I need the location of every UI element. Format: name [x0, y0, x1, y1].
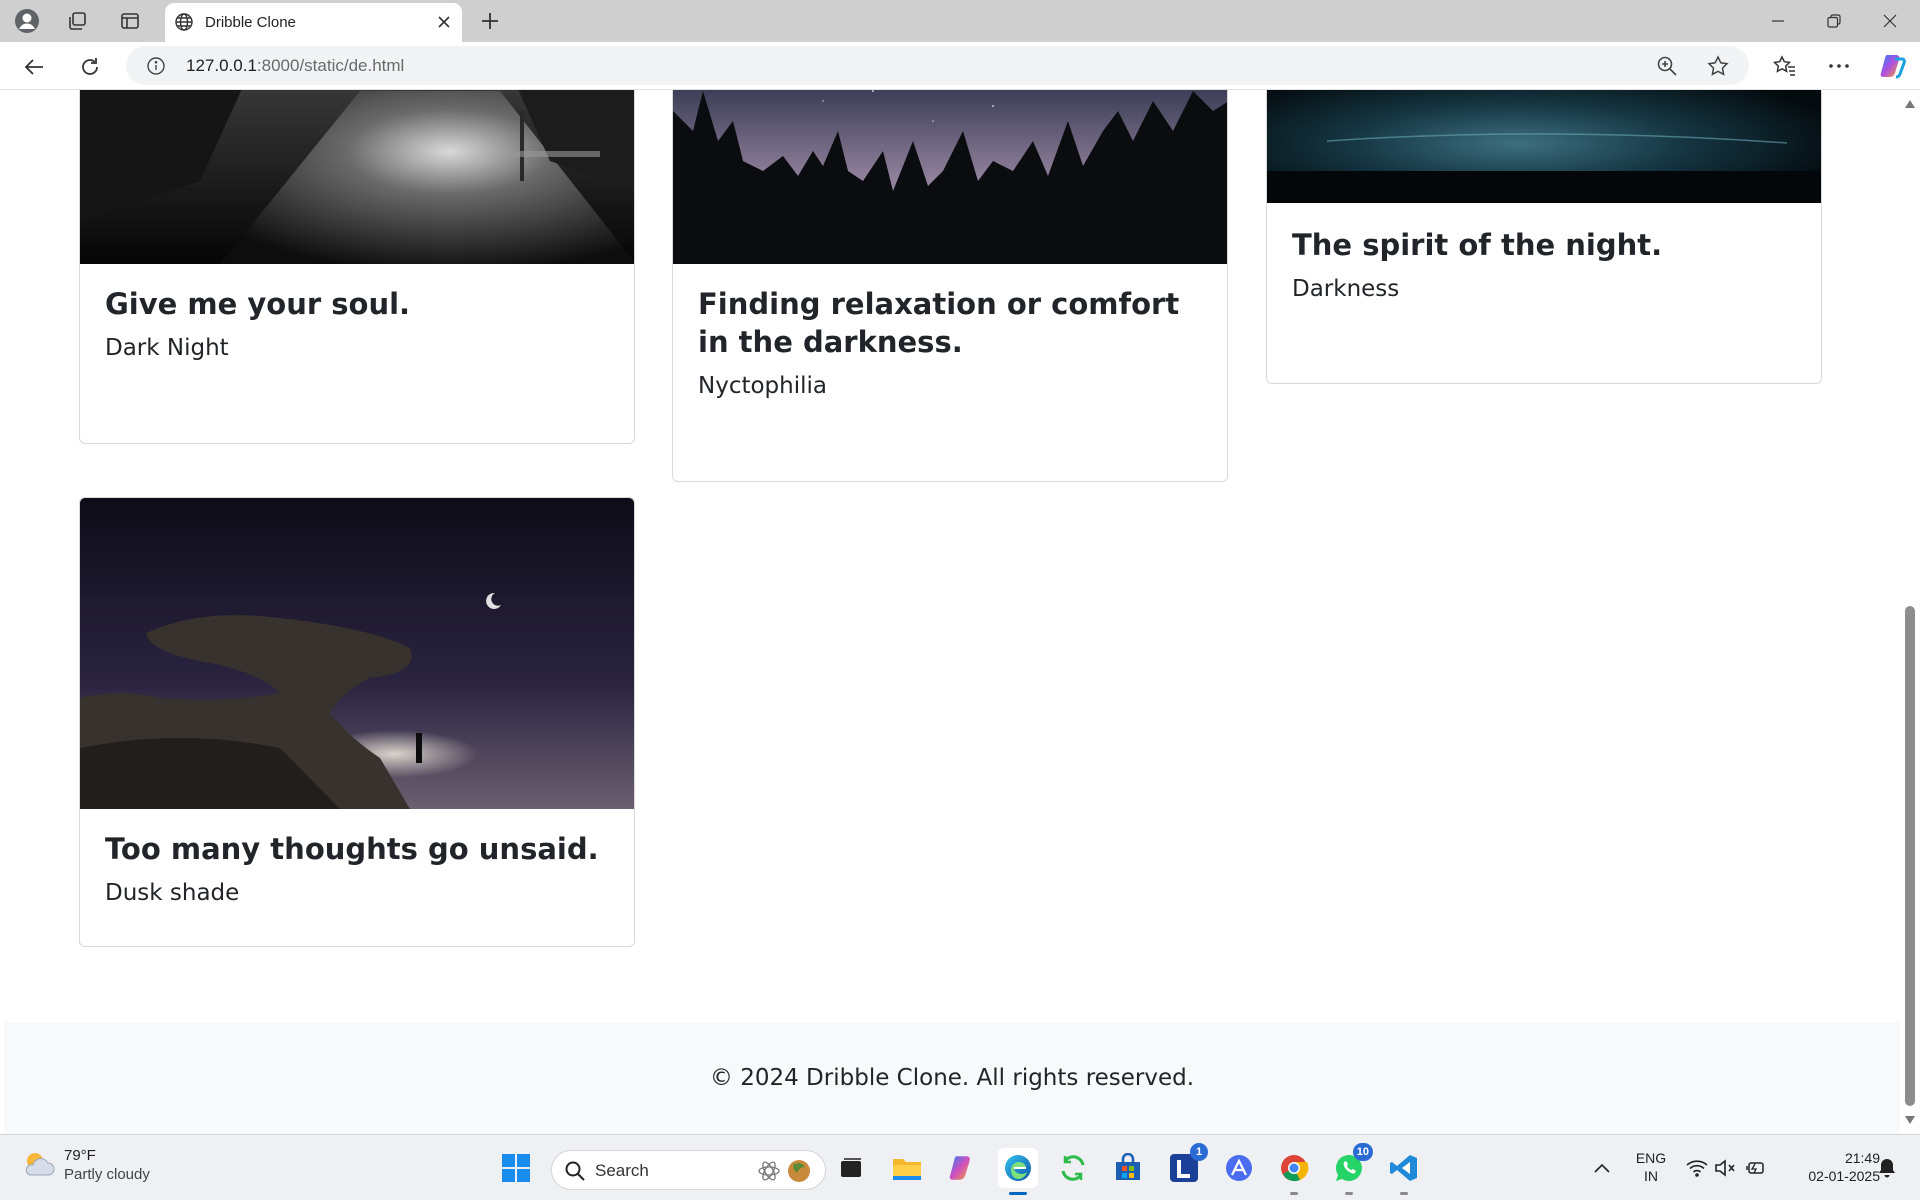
battery-charging-icon[interactable]: [1742, 1155, 1768, 1181]
weather-temperature: 79°F: [64, 1147, 96, 1164]
scrollbar-thumb[interactable]: [1905, 606, 1915, 1106]
edge-browser-icon[interactable]: [998, 1148, 1038, 1195]
back-icon[interactable]: [18, 51, 50, 83]
minimize-icon[interactable]: [1750, 0, 1806, 42]
workspaces-icon[interactable]: [63, 7, 91, 35]
weather-condition: Partly cloudy: [64, 1166, 150, 1183]
card-image-rock-night: [80, 498, 634, 809]
more-options-icon[interactable]: [1823, 50, 1855, 82]
page-footer: © 2024 Dribble Clone. All rights reserve…: [4, 1022, 1900, 1134]
notification-badge: 10: [1352, 1143, 1373, 1161]
card-subtitle: Nyctophilia: [698, 373, 827, 399]
scroll-up-arrow-icon[interactable]: [1900, 96, 1920, 112]
tab-title: Dribble Clone: [205, 14, 296, 31]
search-icon: [564, 1160, 586, 1187]
close-window-icon[interactable]: [1862, 0, 1918, 42]
browser-toolbar: 127.0.0.1:8000/static/de.html: [0, 42, 1920, 90]
favorite-star-icon[interactable]: [1704, 52, 1732, 80]
new-tab-icon[interactable]: [476, 7, 504, 35]
wifi-icon[interactable]: [1684, 1155, 1710, 1181]
notifications-bell-icon[interactable]: [1874, 1155, 1900, 1181]
clock-time: 21:49: [1844, 1150, 1880, 1166]
profile-icon[interactable]: [13, 7, 41, 35]
card-title[interactable]: Finding relaxation or comfort in the dar…: [698, 285, 1202, 361]
card-body: Give me your soul. Dark Night: [105, 285, 609, 363]
page-viewport: Give me your soul. Dark Night Finding re…: [4, 90, 1900, 1134]
card-image-dark-road: [80, 90, 634, 264]
file-explorer-icon[interactable]: [887, 1148, 927, 1188]
sync-app-icon[interactable]: [1053, 1148, 1093, 1188]
region-code: IN: [1644, 1168, 1658, 1184]
copilot-icon[interactable]: [1877, 50, 1909, 82]
address-bar[interactable]: 127.0.0.1:8000/static/de.html: [126, 46, 1749, 85]
card-spirit-of-the-night[interactable]: The spirit of the night. Darkness: [1266, 90, 1822, 384]
card-subtitle: Dusk shade: [105, 880, 240, 906]
task-view-icon[interactable]: [831, 1148, 871, 1188]
input-language[interactable]: ENG IN: [1631, 1149, 1671, 1185]
clock[interactable]: 21:49 02-01-2025: [1780, 1149, 1880, 1185]
notification-badge: 1: [1190, 1143, 1208, 1161]
card-body: Finding relaxation or comfort in the dar…: [698, 285, 1202, 401]
card-title[interactable]: The spirit of the night.: [1292, 226, 1796, 264]
partly-cloudy-icon: [22, 1149, 56, 1188]
card-title[interactable]: Give me your soul.: [105, 285, 609, 323]
card-subtitle: Darkness: [1292, 276, 1400, 302]
show-hidden-icons-chevron-icon[interactable]: [1589, 1155, 1615, 1181]
card-title[interactable]: Too many thoughts go unsaid.: [105, 830, 609, 868]
chrome-browser-icon[interactable]: [1274, 1148, 1314, 1195]
url-host: 127.0.0.1: [186, 56, 257, 75]
url-text[interactable]: 127.0.0.1:8000/static/de.html: [186, 56, 404, 76]
start-button-windows-icon[interactable]: [496, 1148, 536, 1188]
card-body: Too many thoughts go unsaid. Dusk shade: [105, 830, 609, 908]
scroll-down-arrow-icon[interactable]: [1900, 1112, 1920, 1128]
language-code: ENG: [1635, 1150, 1667, 1166]
windows-taskbar: 79°F Partly cloudy Search 1 10 ENG IN 21…: [0, 1134, 1920, 1200]
microsoft-store-icon[interactable]: [1108, 1148, 1148, 1188]
search-highlight-icon: [755, 1157, 813, 1190]
taskbar-search[interactable]: Search: [551, 1150, 826, 1190]
running-app-indicator: [1345, 1192, 1353, 1195]
copilot-app-icon[interactable]: [943, 1148, 983, 1188]
card-body: The spirit of the night. Darkness: [1292, 226, 1796, 304]
zoom-icon[interactable]: [1653, 52, 1681, 80]
l-app-icon[interactable]: 1: [1164, 1143, 1208, 1188]
vscode-icon[interactable]: [1384, 1148, 1424, 1195]
whatsapp-icon[interactable]: 10: [1329, 1143, 1373, 1195]
tab-actions-icon[interactable]: [116, 7, 144, 35]
clock-date: 02-01-2025: [1808, 1168, 1880, 1184]
favorites-icon[interactable]: [1769, 50, 1801, 82]
running-app-indicator: [1400, 1192, 1408, 1195]
url-path: :8000/static/de.html: [256, 56, 405, 75]
footer-copyright: © 2024 Dribble Clone. All rights reserve…: [709, 1065, 1195, 1091]
ai-app-icon[interactable]: [1219, 1148, 1259, 1188]
close-tab-icon[interactable]: [432, 10, 456, 34]
refresh-icon[interactable]: [74, 51, 106, 83]
search-label: Search: [595, 1161, 649, 1180]
globe-icon: [174, 12, 194, 37]
active-app-indicator: [1009, 1192, 1027, 1195]
card-give-me-your-soul[interactable]: Give me your soul. Dark Night: [79, 90, 635, 444]
restore-icon[interactable]: [1806, 0, 1862, 42]
card-finding-relaxation[interactable]: Finding relaxation or comfort in the dar…: [672, 90, 1228, 482]
tab-active[interactable]: Dribble Clone: [165, 3, 462, 42]
card-image-forest-sky: [673, 90, 1227, 264]
card-subtitle: Dark Night: [105, 335, 229, 361]
running-app-indicator: [1290, 1192, 1298, 1195]
card-too-many-thoughts[interactable]: Too many thoughts go unsaid. Dusk shade: [79, 497, 635, 947]
browser-tab-bar: Dribble Clone: [0, 0, 1920, 42]
volume-muted-icon[interactable]: [1712, 1155, 1738, 1181]
site-info-icon[interactable]: [146, 56, 166, 81]
card-image-dark-sea: [1267, 90, 1821, 203]
